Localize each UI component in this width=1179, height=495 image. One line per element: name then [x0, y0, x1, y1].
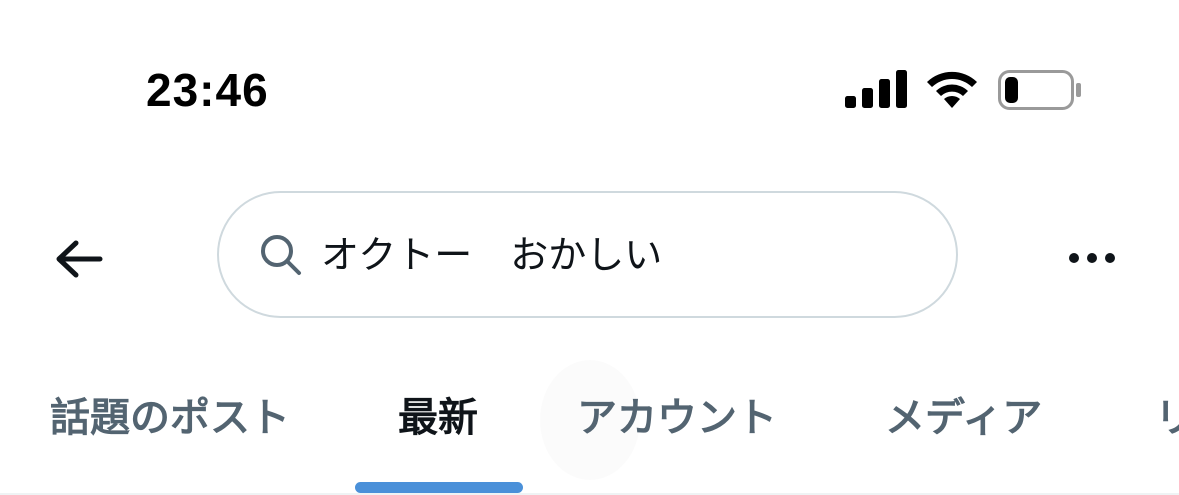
back-button[interactable] — [44, 228, 114, 290]
search-input[interactable]: オクトー おかしい — [217, 191, 958, 318]
tab-lists[interactable]: リ — [1155, 388, 1179, 448]
more-button[interactable] — [1056, 236, 1128, 280]
tab-accounts[interactable]: アカウント — [577, 388, 777, 448]
arrow-left-icon — [56, 240, 103, 278]
battery-icon — [998, 70, 1081, 110]
more-horizontal-icon — [1069, 253, 1115, 263]
status-icons — [0, 64, 1179, 112]
search-tabs: 話題のポスト 最新 アカウント メディア リ — [0, 360, 1179, 495]
active-tab-indicator — [355, 482, 523, 493]
wifi-icon — [927, 71, 977, 108]
signal-icon — [845, 70, 907, 108]
search-query: オクトー おかしい — [321, 233, 663, 277]
tab-media[interactable]: メディア — [885, 388, 1042, 448]
tab-latest[interactable]: 最新 — [398, 388, 478, 448]
tab-top[interactable]: 話題のポスト — [50, 388, 290, 448]
search-icon — [261, 235, 301, 275]
